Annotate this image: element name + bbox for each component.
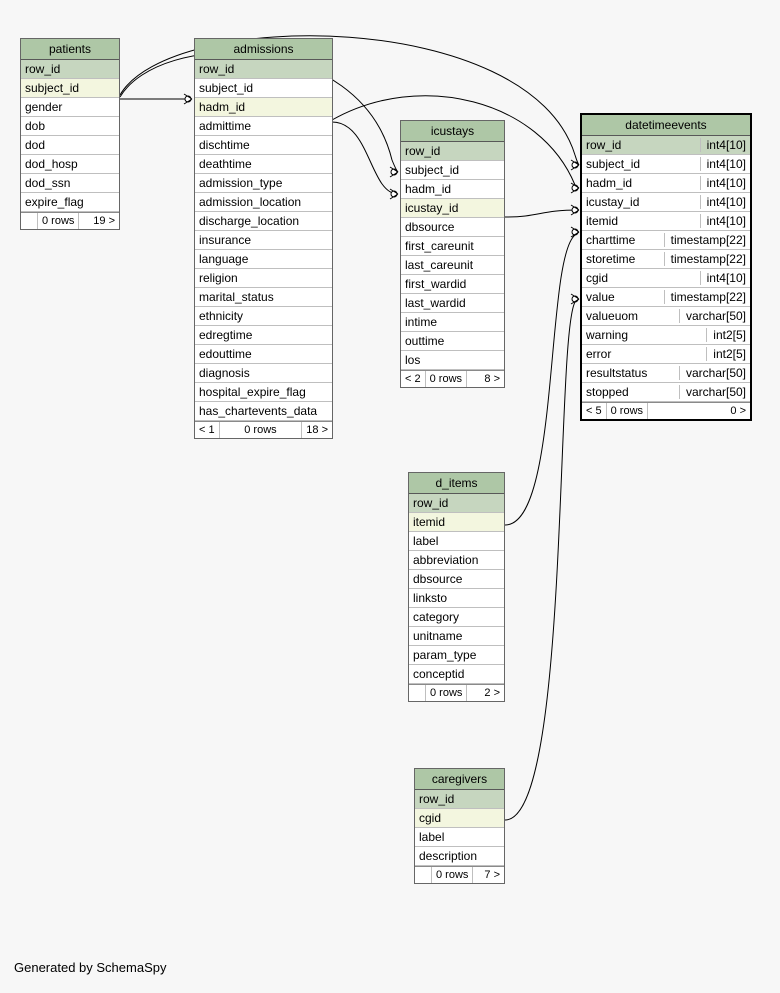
generated-by-label: Generated by SchemaSpy bbox=[14, 960, 166, 975]
column-row: expire_flag bbox=[21, 193, 119, 212]
column-row: stoppedvarchar[50] bbox=[582, 383, 750, 402]
column-row: charttimetimestamp[22] bbox=[582, 231, 750, 250]
column-row: dbsource bbox=[401, 218, 504, 237]
column-row: icustay_id bbox=[401, 199, 504, 218]
table-footer: 0 rows 19 > bbox=[21, 212, 119, 229]
column-row: cgidint4[10] bbox=[582, 269, 750, 288]
column-row: hospital_expire_flag bbox=[195, 383, 332, 402]
column-row: dod_ssn bbox=[21, 174, 119, 193]
column-row: label bbox=[415, 828, 504, 847]
column-row: row_id bbox=[21, 60, 119, 79]
column-row: first_careunit bbox=[401, 237, 504, 256]
column-row: intime bbox=[401, 313, 504, 332]
column-row: has_chartevents_data bbox=[195, 402, 332, 421]
column-row: admission_location bbox=[195, 193, 332, 212]
column-row: religion bbox=[195, 269, 332, 288]
column-row: row_id bbox=[409, 494, 504, 513]
column-row: row_id bbox=[401, 142, 504, 161]
column-row: hadm_id bbox=[195, 98, 332, 117]
column-row: discharge_location bbox=[195, 212, 332, 231]
column-row: insurance bbox=[195, 231, 332, 250]
column-row: outtime bbox=[401, 332, 504, 351]
column-row: admittime bbox=[195, 117, 332, 136]
column-row: row_id bbox=[415, 790, 504, 809]
column-row: valuetimestamp[22] bbox=[582, 288, 750, 307]
column-row: warningint2[5] bbox=[582, 326, 750, 345]
column-row: dischtime bbox=[195, 136, 332, 155]
column-row: dob bbox=[21, 117, 119, 136]
column-row: subject_id bbox=[21, 79, 119, 98]
column-row: conceptid bbox=[409, 665, 504, 684]
table-icustays[interactable]: icustays row_id subject_id hadm_id icust… bbox=[400, 120, 505, 388]
column-row: marital_status bbox=[195, 288, 332, 307]
column-row: subject_idint4[10] bbox=[582, 155, 750, 174]
column-row: diagnosis bbox=[195, 364, 332, 383]
column-row: dod bbox=[21, 136, 119, 155]
column-row: admission_type bbox=[195, 174, 332, 193]
column-row: hadm_id bbox=[401, 180, 504, 199]
table-d-items[interactable]: d_items row_id itemid label abbreviation… bbox=[408, 472, 505, 702]
column-row: last_wardid bbox=[401, 294, 504, 313]
column-row: deathtime bbox=[195, 155, 332, 174]
table-title: d_items bbox=[409, 473, 504, 494]
table-footer: < 2 0 rows 8 > bbox=[401, 370, 504, 387]
table-admissions[interactable]: admissions row_id subject_id hadm_id adm… bbox=[194, 38, 333, 439]
table-datetimeevents[interactable]: datetimeevents row_idint4[10] subject_id… bbox=[580, 113, 752, 421]
column-row: cgid bbox=[415, 809, 504, 828]
column-row: icustay_idint4[10] bbox=[582, 193, 750, 212]
column-row: linksto bbox=[409, 589, 504, 608]
table-caregivers[interactable]: caregivers row_id cgid label description… bbox=[414, 768, 505, 884]
column-row: language bbox=[195, 250, 332, 269]
column-row: subject_id bbox=[195, 79, 332, 98]
column-row: dod_hosp bbox=[21, 155, 119, 174]
column-row: gender bbox=[21, 98, 119, 117]
column-row: valueuomvarchar[50] bbox=[582, 307, 750, 326]
table-title: caregivers bbox=[415, 769, 504, 790]
table-patients[interactable]: patients row_id subject_id gender dob do… bbox=[20, 38, 120, 230]
table-footer: 0 rows 7 > bbox=[415, 866, 504, 883]
column-row: resultstatusvarchar[50] bbox=[582, 364, 750, 383]
column-row: description bbox=[415, 847, 504, 866]
column-row: last_careunit bbox=[401, 256, 504, 275]
table-title: datetimeevents bbox=[582, 115, 750, 136]
table-footer: 0 rows 2 > bbox=[409, 684, 504, 701]
column-row: storetimetimestamp[22] bbox=[582, 250, 750, 269]
column-row: hadm_idint4[10] bbox=[582, 174, 750, 193]
column-row: first_wardid bbox=[401, 275, 504, 294]
column-row: itemid bbox=[409, 513, 504, 532]
column-row: dbsource bbox=[409, 570, 504, 589]
table-footer: < 1 0 rows 18 > bbox=[195, 421, 332, 438]
column-row: itemidint4[10] bbox=[582, 212, 750, 231]
column-row: label bbox=[409, 532, 504, 551]
column-row: abbreviation bbox=[409, 551, 504, 570]
table-title: icustays bbox=[401, 121, 504, 142]
column-row: category bbox=[409, 608, 504, 627]
table-footer: < 5 0 rows 0 > bbox=[582, 402, 750, 419]
column-row: param_type bbox=[409, 646, 504, 665]
column-row: unitname bbox=[409, 627, 504, 646]
column-row: subject_id bbox=[401, 161, 504, 180]
column-row: errorint2[5] bbox=[582, 345, 750, 364]
column-row: los bbox=[401, 351, 504, 370]
column-row: edregtime bbox=[195, 326, 332, 345]
column-row: edouttime bbox=[195, 345, 332, 364]
column-row: row_id bbox=[195, 60, 332, 79]
column-row: ethnicity bbox=[195, 307, 332, 326]
table-title: admissions bbox=[195, 39, 332, 60]
table-title: patients bbox=[21, 39, 119, 60]
column-row: row_idint4[10] bbox=[582, 136, 750, 155]
